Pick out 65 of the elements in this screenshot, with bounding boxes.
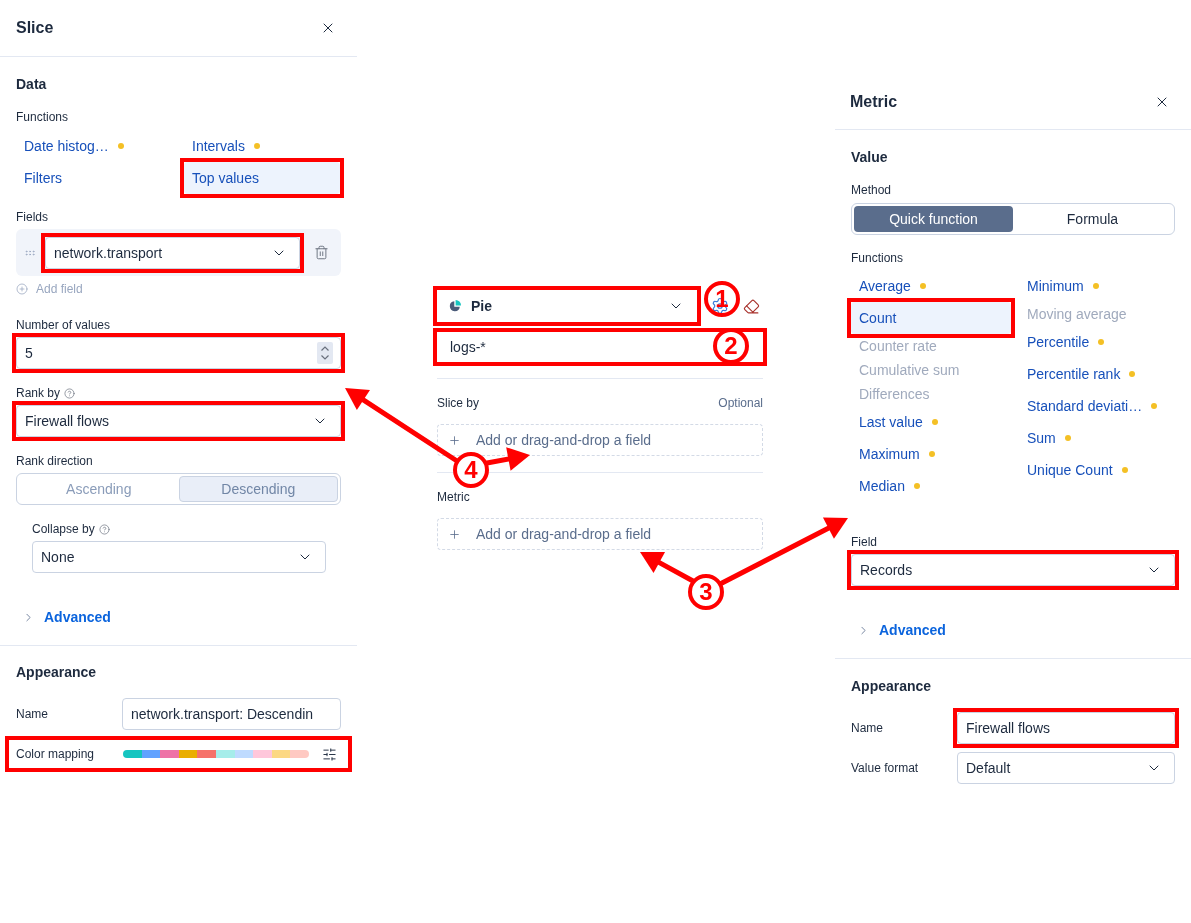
function-option[interactable]: Minimum [1019,270,1175,302]
field-label: Functions [851,250,904,266]
number-input[interactable]: 5 [16,337,341,369]
optional-hint: Optional [718,395,763,411]
function-option[interactable]: Average [851,270,1011,302]
plus-icon [448,433,461,447]
panel-title: Metric [850,92,898,112]
select-field[interactable]: Firewall flows [16,405,341,437]
spinner-icon[interactable] [317,342,333,364]
field-label: Field [851,534,877,550]
function-option[interactable]: Count [851,302,1011,334]
function-option[interactable]: Standard deviati… [1019,390,1175,422]
function-option[interactable]: Date histog… [16,130,184,162]
function-option[interactable]: Top values [184,162,340,194]
field-label: Method [851,182,892,198]
callout-marker: 4 [453,452,489,488]
function-option[interactable]: Unique Count [1019,454,1175,486]
field-label: Color mapping [16,746,96,762]
section-heading: Data [16,75,48,94]
field-label: Name [851,720,884,736]
group-label: Metric [437,489,470,505]
plus-circle-icon [16,283,28,295]
add-field-dropzone[interactable]: Add or drag-and-drop a field [437,518,763,550]
plus-icon [448,527,461,541]
callout-marker: 3 [688,574,724,610]
help-icon[interactable] [64,387,76,399]
select-field[interactable]: None [32,541,326,573]
select-field[interactable]: network.transport [45,236,300,269]
field-label: Rank by [16,385,61,401]
group-label: Slice by [437,395,480,411]
function-option[interactable]: Intervals [184,130,340,162]
field-label: Name [16,706,49,722]
select-field[interactable]: Records [851,554,1175,586]
field-label: Rank direction [16,453,93,469]
field-label: Value format [851,760,920,776]
function-option[interactable]: Median [851,470,1011,502]
sliders-icon[interactable] [322,746,337,762]
arrow [640,552,696,584]
function-option[interactable]: Maximum [851,438,1011,470]
function-option[interactable]: Sum [1019,422,1175,454]
field-label: Number of values [16,317,111,333]
field-label: Collapse by [32,521,95,537]
eraser-icon[interactable] [743,297,760,315]
field-label: Fields [16,209,48,225]
function-option[interactable]: Percentile [1019,326,1175,358]
function-option[interactable]: Last value [851,406,1011,438]
section-heading: Appearance [851,677,933,696]
section-heading: Value [851,148,889,167]
add-field-dropzone[interactable]: Add or drag-and-drop a field [437,424,763,456]
toggle-button[interactable]: Quick function [854,206,1013,232]
advanced-toggle[interactable]: Advanced [16,607,111,627]
panel-title: Slice [16,18,54,38]
arrow [484,447,530,471]
pie-chart-icon [449,300,461,312]
function-option[interactable]: Filters [16,162,184,194]
name-input[interactable]: Firewall flows [957,712,1175,744]
help-icon[interactable] [98,523,110,535]
name-input[interactable]: network.transport: Descendin [122,698,341,730]
toggle-button[interactable]: Formula [1013,206,1172,232]
section-heading: Appearance [16,663,98,682]
select-field[interactable]: Default [957,752,1175,784]
trash-icon[interactable] [314,245,329,260]
field-label: Functions [16,109,69,125]
advanced-toggle[interactable]: Advanced [851,620,946,640]
function-option[interactable]: Percentile rank [1019,358,1175,390]
